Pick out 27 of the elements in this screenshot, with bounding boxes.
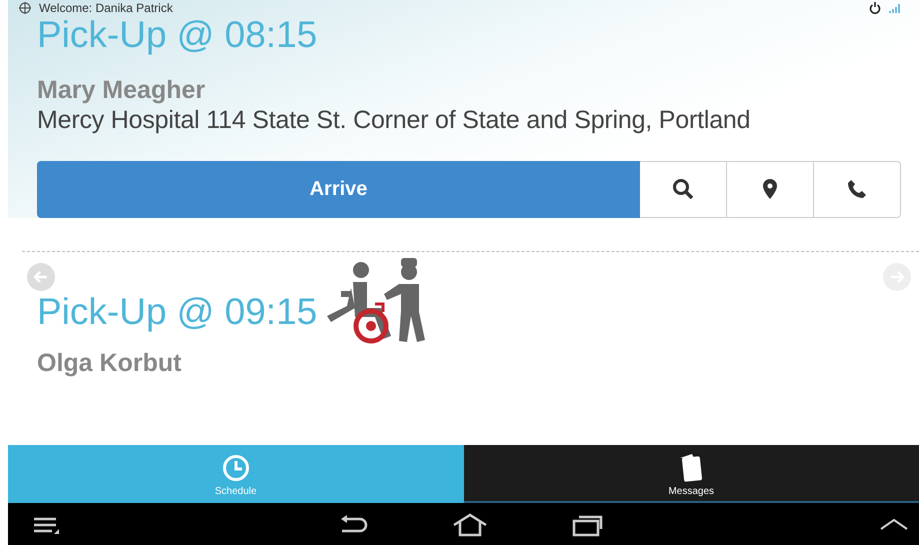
documents-icon	[678, 452, 704, 482]
chevron-up-icon[interactable]	[880, 518, 908, 530]
recent-apps-icon[interactable]	[572, 513, 604, 537]
crosshair-icon	[19, 2, 31, 14]
clock-icon	[222, 454, 250, 482]
tab[interactable]: Schedule	[8, 445, 464, 503]
signal-icon	[889, 3, 901, 13]
pickup-address: Mercy Hospital 114 State St. Corner of State and Spring, Portland	[37, 104, 752, 135]
tab-label: Messages	[668, 485, 714, 499]
call-button[interactable]	[814, 160, 901, 218]
menu-icon[interactable]	[34, 517, 60, 535]
arrive-button[interactable]: Arrive	[37, 160, 640, 218]
tab-label: Schedule	[214, 485, 257, 499]
passenger-name: Mary Meagher	[37, 74, 206, 105]
home-icon[interactable]	[452, 513, 488, 537]
search-button[interactable]	[640, 160, 727, 218]
arrow-left-icon	[34, 270, 48, 283]
welcome-text: Welcome: Danika Patrick	[39, 0, 173, 17]
map-pin-icon	[763, 179, 777, 200]
passenger-name: Olga Korbut	[37, 348, 182, 378]
power-icon[interactable]	[869, 2, 881, 14]
phone-icon	[847, 179, 867, 200]
map-button[interactable]	[727, 160, 814, 218]
pickup-time: Pick-Up @ 08:15	[37, 16, 318, 55]
search-icon	[672, 178, 694, 200]
tab[interactable]: Messages	[464, 445, 919, 503]
pickup-time: Pick-Up @ 09:15	[37, 293, 318, 332]
